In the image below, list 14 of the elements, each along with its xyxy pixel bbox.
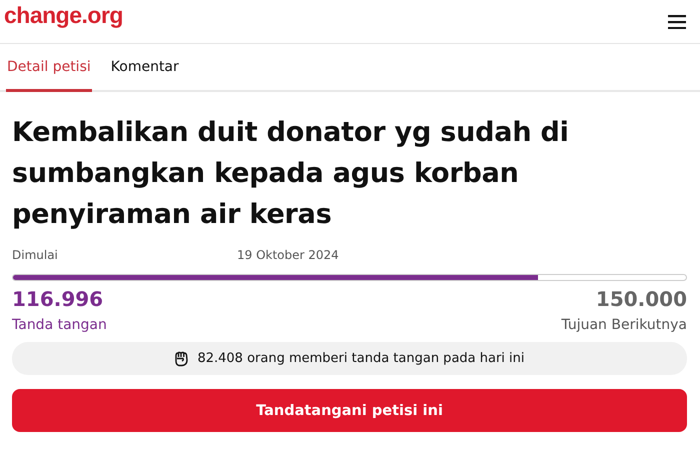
started-date: 19 Oktober 2024 — [237, 248, 339, 262]
menu-icon[interactable] — [668, 14, 686, 28]
tab[interactable]: Detail petisi — [6, 44, 92, 92]
signature-count: 116.996 — [12, 287, 104, 311]
fist-icon — [174, 350, 190, 366]
sign-button[interactable]: Tandatangani petisi ini — [12, 389, 687, 432]
logo[interactable]: change.org — [4, 2, 123, 29]
petition-title: Kembalikan duit donator yg sudah di sumbangkan kepada agus korban penyiraman air keras — [12, 116, 570, 232]
tab[interactable]: Komentar — [110, 44, 180, 92]
signature-label: Tanda tangan — [12, 317, 107, 333]
goal-label: Tujuan Berikutnya — [561, 317, 687, 333]
started-label: Dimulai — [12, 248, 59, 262]
today-notice: 82.408 orang memberi tanda tangan pada hari ini — [197, 351, 525, 366]
goal-count: 150.000 — [596, 287, 687, 311]
